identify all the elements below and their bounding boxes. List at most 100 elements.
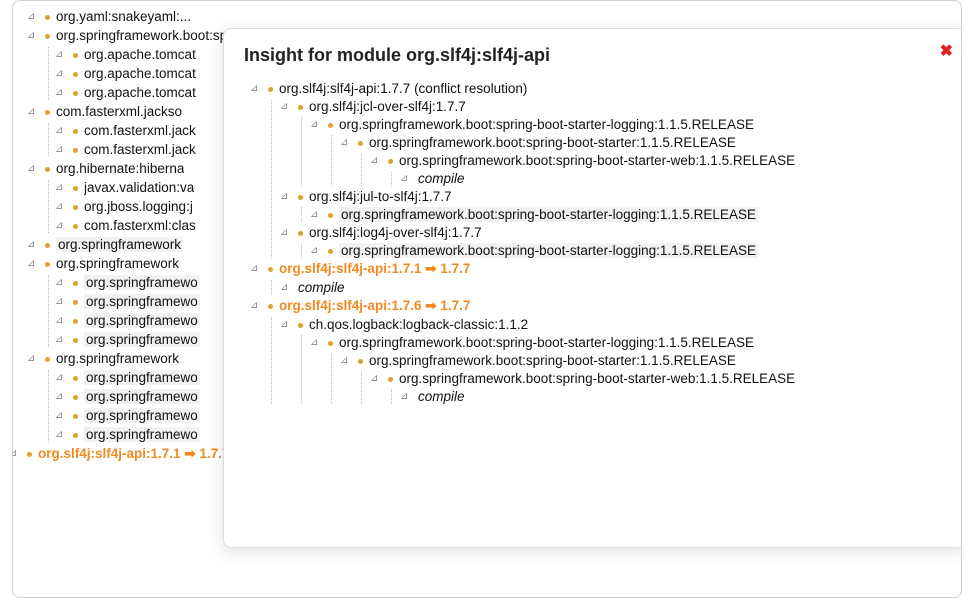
tree-node[interactable]: org.slf4j:jcl-over-slf4j:1.7.7 org.sprin… — [280, 99, 945, 186]
tree-node[interactable]: compile — [400, 389, 945, 404]
tree-node-conflict[interactable]: org.slf4j:slf4j-api:1.7.1 ➡ 1.7.7 compil… — [250, 261, 945, 295]
bullet-icon — [268, 87, 273, 92]
node-label: javax.validation:va — [84, 180, 194, 195]
tree-node[interactable]: org.springframework.boot:spring-boot-sta… — [310, 207, 945, 222]
node-label: org.apache.tomcat — [84, 47, 196, 62]
bullet-icon — [73, 91, 78, 96]
node-label: com.fasterxml:clas — [84, 218, 196, 233]
node-label: com.fasterxml.jackso — [56, 104, 182, 119]
node-label: org.springframework.boot:spring-boot-sta… — [369, 353, 736, 368]
node-label: org.springframework.boot:spring-boot-sta… — [339, 207, 758, 222]
tree-node[interactable]: org.slf4j:slf4j-api:1.7.7 (conflict reso… — [250, 81, 945, 258]
node-label: org.springframework — [56, 351, 179, 366]
node-label: compile — [418, 389, 465, 404]
tree-node[interactable]: compile — [400, 171, 945, 186]
bullet-icon — [45, 110, 50, 115]
tree-node[interactable]: org.springframework.boot:spring-boot-sta… — [370, 153, 945, 186]
tree-node[interactable]: org.slf4j:jul-to-slf4j:1.7.7 org.springf… — [280, 189, 945, 222]
tree-node[interactable]: ch.qos.logback:logback-classic:1.1.2 org… — [280, 317, 945, 404]
bullet-icon — [388, 377, 393, 382]
bullet-icon — [45, 15, 50, 20]
node-label: org.springframework.boot:spring-boot-sta… — [339, 243, 758, 258]
node-label: com.fasterxml.jack — [84, 142, 196, 157]
node-label: org.slf4j:jcl-over-slf4j:1.7.7 — [309, 99, 466, 114]
bullet-icon — [388, 159, 393, 164]
bullet-icon — [298, 231, 303, 236]
node-label: org.springframewo — [84, 408, 200, 423]
tree-node[interactable]: compile — [280, 280, 945, 295]
node-label: org.slf4j:jul-to-slf4j:1.7.7 — [309, 189, 452, 204]
tree-container: org.yaml:snakeyaml:... org.springframewo… — [12, 0, 962, 598]
bullet-icon — [73, 72, 78, 77]
bullet-icon — [73, 53, 78, 58]
bullet-icon — [73, 376, 78, 381]
node-label: org.springframewo — [84, 294, 200, 309]
bullet-icon — [328, 249, 333, 254]
bullet-icon — [45, 262, 50, 267]
close-icon[interactable]: ✖ — [940, 41, 953, 61]
tree-node[interactable]: org.springframework.boot:spring-boot-sta… — [310, 335, 945, 404]
node-label: org.slf4j:slf4j-api:1.7.6 ➡ 1.7.7 — [279, 298, 470, 313]
node-label: org.springframework.boot:spring-boot-sta… — [399, 153, 795, 168]
node-label: org.springframework — [56, 256, 179, 271]
node-label: com.fasterxml.jack — [84, 123, 196, 138]
node-label: org.slf4j:slf4j-api:1.7.1 ➡ 1.7.7 — [279, 261, 470, 276]
node-label: org.springframework.boot:spring-boot-sta… — [399, 371, 795, 386]
bullet-icon — [268, 304, 273, 309]
bullet-icon — [298, 323, 303, 328]
node-label: org.hibernate:hiberna — [56, 161, 184, 176]
node-label: org.slf4j:log4j-over-slf4j:1.7.7 — [309, 225, 482, 240]
bullet-icon — [73, 205, 78, 210]
node-label: org.slf4j:slf4j-api:1.7.7 (conflict reso… — [279, 81, 527, 96]
bullet-icon — [73, 148, 78, 153]
node-label: org.jboss.logging:j — [84, 199, 193, 214]
insight-dialog: ✖ Insight for module org.slf4j:slf4j-api… — [223, 28, 962, 548]
tree-node[interactable]: org.springframework.boot:spring-boot-sta… — [340, 135, 945, 186]
bullet-icon — [73, 319, 78, 324]
bullet-icon — [45, 357, 50, 362]
bullet-icon — [328, 341, 333, 346]
bullet-icon — [73, 338, 78, 343]
bullet-icon — [27, 452, 32, 457]
tree-node-conflict[interactable]: org.slf4j:slf4j-api:1.7.6 ➡ 1.7.7 ch.qos… — [250, 298, 945, 404]
node-label: org.springframewo — [84, 427, 200, 442]
node-label: org.springframewo — [84, 275, 200, 290]
tree-node[interactable]: org.springframework.boot:spring-boot-sta… — [370, 371, 945, 404]
bullet-icon — [73, 414, 78, 419]
node-label: org.springframework.boot:spring-boot-sta… — [339, 117, 754, 132]
bullet-icon — [73, 186, 78, 191]
bullet-icon — [73, 129, 78, 134]
node-label: org.springframework.boot:spring-boot-sta… — [339, 335, 754, 350]
tree-node[interactable]: org.slf4j:log4j-over-slf4j:1.7.7 org.spr… — [280, 225, 945, 258]
tree-node[interactable]: org.springframework.boot:spring-boot-sta… — [310, 117, 945, 186]
bullet-icon — [73, 433, 78, 438]
dialog-title: Insight for module org.slf4j:slf4j-api — [244, 45, 945, 66]
node-label: org.springframewo — [84, 370, 200, 385]
bullet-icon — [358, 141, 363, 146]
node-label: org.springframewo — [84, 389, 200, 404]
bullet-icon — [328, 123, 333, 128]
bullet-icon — [73, 281, 78, 286]
bullet-icon — [45, 167, 50, 172]
node-label: compile — [418, 171, 465, 186]
bullet-icon — [45, 34, 50, 39]
bullet-icon — [73, 395, 78, 400]
bullet-icon — [73, 224, 78, 229]
bullet-icon — [298, 105, 303, 110]
bullet-icon — [73, 300, 78, 305]
node-label: org.apache.tomcat — [84, 66, 196, 81]
tree-node[interactable]: org.springframework.boot:spring-boot-sta… — [340, 353, 945, 404]
bullet-icon — [268, 267, 273, 272]
tree-node[interactable]: org.springframework.boot:spring-boot-sta… — [310, 243, 945, 258]
bullet-icon — [298, 195, 303, 200]
node-label: org.springframework.boot:spring-boot-sta… — [369, 135, 736, 150]
bullet-icon — [328, 213, 333, 218]
node-label: org.springframewo — [84, 332, 200, 347]
node-label: org.springframework — [56, 237, 183, 252]
tree-node[interactable]: org.yaml:snakeyaml:... — [27, 9, 951, 24]
bullet-icon — [358, 359, 363, 364]
node-label: org.springframewo — [84, 313, 200, 328]
node-label: org.yaml:snakeyaml:... — [56, 9, 191, 24]
node-label: org.slf4j:slf4j-api:1.7.1 ➡ 1.7.7 — [38, 446, 229, 461]
bullet-icon — [45, 243, 50, 248]
